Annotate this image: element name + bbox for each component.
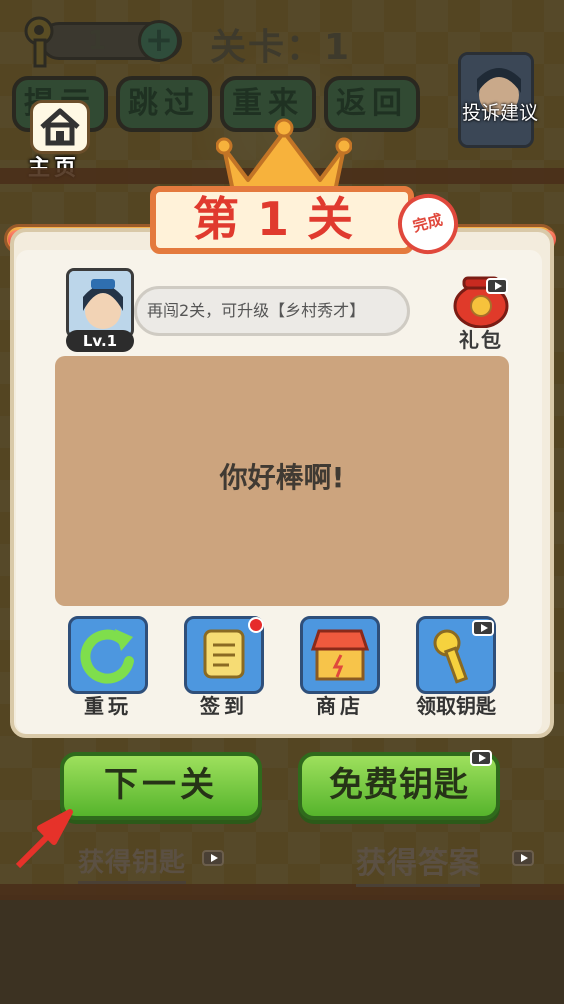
get-key-video-icon: [472, 620, 494, 636]
home-button[interactable]: [30, 100, 90, 154]
feedback-avatar[interactable]: [458, 52, 534, 148]
get-answer-link-video-icon: [512, 850, 534, 866]
shop-icon: [310, 629, 370, 681]
upgrade-tip: 再闯2关，可升级【乡村秀才】: [134, 286, 410, 336]
gift-label[interactable]: 礼包: [446, 324, 516, 353]
shop-label[interactable]: 商店: [285, 690, 395, 719]
add-key-button[interactable]: +: [138, 20, 180, 62]
shop-button[interactable]: [300, 616, 380, 694]
home-icon: [40, 108, 80, 146]
checkin-notification-dot: [248, 617, 264, 633]
get-key-label[interactable]: 领取钥匙: [401, 690, 511, 719]
get-answer-link[interactable]: 获得答案: [356, 838, 480, 887]
game-screen: 1 + 关卡：1 提示 跳过 重来 返回 投诉建议 主页 第1关 完成 Lv.1…: [0, 0, 564, 1004]
key-icon: [24, 16, 54, 68]
level-header: 关卡：1: [210, 27, 352, 68]
next-level-button[interactable]: 下一关: [60, 752, 262, 820]
replay-button[interactable]: [68, 616, 148, 694]
get-key-link-video-icon: [202, 850, 224, 866]
pointer-arrow-icon: [15, 809, 73, 869]
player-portrait-icon: [69, 271, 131, 335]
feedback-label[interactable]: 投诉建议: [460, 102, 540, 124]
checkin-label[interactable]: 签到: [169, 690, 279, 719]
bottom-wood-area: [0, 895, 564, 1004]
replay-icon: [80, 629, 134, 684]
level-banner-title: 第1关: [192, 192, 371, 246]
get-key-link[interactable]: 获得钥匙: [78, 842, 187, 884]
key-counter: 1 +: [22, 14, 182, 68]
player-avatar: [66, 268, 134, 338]
gift-video-icon: [486, 278, 508, 294]
replay-label[interactable]: 重玩: [53, 690, 163, 719]
key-count: 1: [88, 26, 107, 56]
praise-message: 你好棒啊!: [219, 461, 345, 494]
skip-button[interactable]: 跳过: [116, 76, 212, 132]
player-level-badge: Lv.1: [66, 330, 134, 352]
free-key-video-icon: [470, 750, 492, 766]
